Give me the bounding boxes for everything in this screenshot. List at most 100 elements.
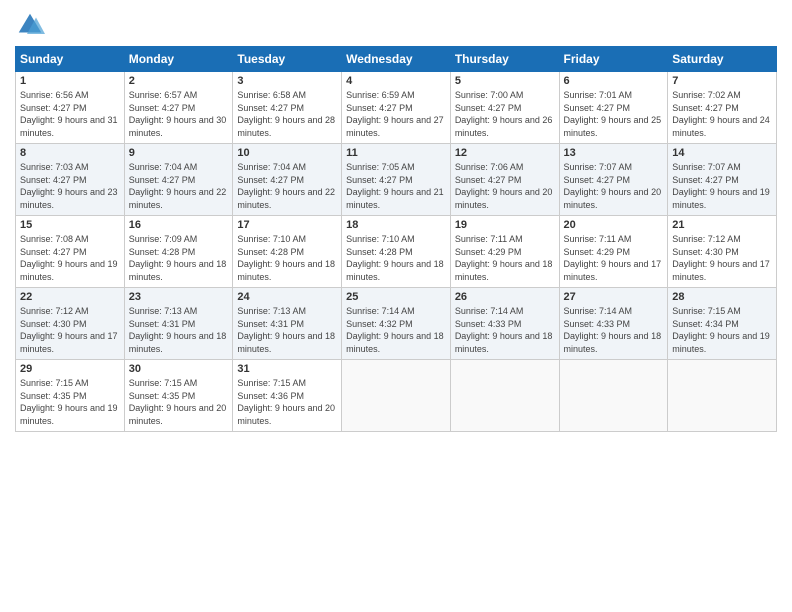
cell-info: Sunrise: 7:10 AMSunset: 4:28 PMDaylight:… — [237, 234, 335, 282]
calendar-cell: 4 Sunrise: 6:59 AMSunset: 4:27 PMDayligh… — [342, 72, 451, 144]
cell-info: Sunrise: 7:00 AMSunset: 4:27 PMDaylight:… — [455, 90, 553, 138]
calendar-cell: 27 Sunrise: 7:14 AMSunset: 4:33 PMDaylig… — [559, 288, 668, 360]
calendar-cell: 30 Sunrise: 7:15 AMSunset: 4:35 PMDaylig… — [124, 360, 233, 432]
calendar-cell: 25 Sunrise: 7:14 AMSunset: 4:32 PMDaylig… — [342, 288, 451, 360]
calendar-cell: 18 Sunrise: 7:10 AMSunset: 4:28 PMDaylig… — [342, 216, 451, 288]
cell-info: Sunrise: 7:13 AMSunset: 4:31 PMDaylight:… — [237, 306, 335, 354]
calendar-cell: 3 Sunrise: 6:58 AMSunset: 4:27 PMDayligh… — [233, 72, 342, 144]
calendar-cell: 19 Sunrise: 7:11 AMSunset: 4:29 PMDaylig… — [450, 216, 559, 288]
calendar-cell: 10 Sunrise: 7:04 AMSunset: 4:27 PMDaylig… — [233, 144, 342, 216]
cell-info: Sunrise: 7:15 AMSunset: 4:35 PMDaylight:… — [20, 378, 118, 426]
calendar-cell: 1 Sunrise: 6:56 AMSunset: 4:27 PMDayligh… — [16, 72, 125, 144]
cell-info: Sunrise: 6:57 AMSunset: 4:27 PMDaylight:… — [129, 90, 227, 138]
calendar-cell: 6 Sunrise: 7:01 AMSunset: 4:27 PMDayligh… — [559, 72, 668, 144]
day-number: 19 — [455, 219, 555, 231]
cell-info: Sunrise: 7:15 AMSunset: 4:36 PMDaylight:… — [237, 378, 335, 426]
day-number: 12 — [455, 147, 555, 159]
day-number: 8 — [20, 147, 120, 159]
calendar-header-row: SundayMondayTuesdayWednesdayThursdayFrid… — [16, 47, 777, 72]
calendar-cell: 11 Sunrise: 7:05 AMSunset: 4:27 PMDaylig… — [342, 144, 451, 216]
calendar-cell: 7 Sunrise: 7:02 AMSunset: 4:27 PMDayligh… — [668, 72, 777, 144]
cell-info: Sunrise: 7:11 AMSunset: 4:29 PMDaylight:… — [455, 234, 553, 282]
cell-info: Sunrise: 7:02 AMSunset: 4:27 PMDaylight:… — [672, 90, 770, 138]
calendar-cell: 2 Sunrise: 6:57 AMSunset: 4:27 PMDayligh… — [124, 72, 233, 144]
day-number: 20 — [564, 219, 664, 231]
cell-info: Sunrise: 7:12 AMSunset: 4:30 PMDaylight:… — [672, 234, 770, 282]
day-number: 10 — [237, 147, 337, 159]
day-header-wednesday: Wednesday — [342, 47, 451, 72]
header — [15, 10, 777, 40]
calendar-cell — [450, 360, 559, 432]
cell-info: Sunrise: 6:58 AMSunset: 4:27 PMDaylight:… — [237, 90, 335, 138]
cell-info: Sunrise: 7:08 AMSunset: 4:27 PMDaylight:… — [20, 234, 118, 282]
day-number: 24 — [237, 291, 337, 303]
cell-info: Sunrise: 7:13 AMSunset: 4:31 PMDaylight:… — [129, 306, 227, 354]
day-header-saturday: Saturday — [668, 47, 777, 72]
day-number: 28 — [672, 291, 772, 303]
cell-info: Sunrise: 7:07 AMSunset: 4:27 PMDaylight:… — [564, 162, 662, 210]
calendar-cell: 5 Sunrise: 7:00 AMSunset: 4:27 PMDayligh… — [450, 72, 559, 144]
day-number: 18 — [346, 219, 446, 231]
calendar-cell: 23 Sunrise: 7:13 AMSunset: 4:31 PMDaylig… — [124, 288, 233, 360]
page-container: SundayMondayTuesdayWednesdayThursdayFrid… — [0, 0, 792, 442]
calendar-cell: 14 Sunrise: 7:07 AMSunset: 4:27 PMDaylig… — [668, 144, 777, 216]
day-header-sunday: Sunday — [16, 47, 125, 72]
cell-info: Sunrise: 7:04 AMSunset: 4:27 PMDaylight:… — [237, 162, 335, 210]
day-number: 17 — [237, 219, 337, 231]
day-header-friday: Friday — [559, 47, 668, 72]
cell-info: Sunrise: 7:14 AMSunset: 4:33 PMDaylight:… — [564, 306, 662, 354]
day-number: 14 — [672, 147, 772, 159]
day-number: 1 — [20, 75, 120, 87]
day-number: 3 — [237, 75, 337, 87]
cell-info: Sunrise: 7:07 AMSunset: 4:27 PMDaylight:… — [672, 162, 770, 210]
day-number: 31 — [237, 363, 337, 375]
calendar-cell — [342, 360, 451, 432]
cell-info: Sunrise: 7:03 AMSunset: 4:27 PMDaylight:… — [20, 162, 118, 210]
calendar-cell: 17 Sunrise: 7:10 AMSunset: 4:28 PMDaylig… — [233, 216, 342, 288]
calendar-cell: 15 Sunrise: 7:08 AMSunset: 4:27 PMDaylig… — [16, 216, 125, 288]
cell-info: Sunrise: 7:01 AMSunset: 4:27 PMDaylight:… — [564, 90, 662, 138]
logo — [15, 10, 49, 40]
day-number: 11 — [346, 147, 446, 159]
cell-info: Sunrise: 6:56 AMSunset: 4:27 PMDaylight:… — [20, 90, 118, 138]
calendar-week-row: 1 Sunrise: 6:56 AMSunset: 4:27 PMDayligh… — [16, 72, 777, 144]
calendar-cell: 9 Sunrise: 7:04 AMSunset: 4:27 PMDayligh… — [124, 144, 233, 216]
day-number: 30 — [129, 363, 229, 375]
cell-info: Sunrise: 7:09 AMSunset: 4:28 PMDaylight:… — [129, 234, 227, 282]
cell-info: Sunrise: 7:15 AMSunset: 4:34 PMDaylight:… — [672, 306, 770, 354]
day-number: 25 — [346, 291, 446, 303]
day-number: 6 — [564, 75, 664, 87]
day-number: 4 — [346, 75, 446, 87]
calendar-cell: 16 Sunrise: 7:09 AMSunset: 4:28 PMDaylig… — [124, 216, 233, 288]
cell-info: Sunrise: 7:10 AMSunset: 4:28 PMDaylight:… — [346, 234, 444, 282]
cell-info: Sunrise: 7:06 AMSunset: 4:27 PMDaylight:… — [455, 162, 553, 210]
calendar-cell: 29 Sunrise: 7:15 AMSunset: 4:35 PMDaylig… — [16, 360, 125, 432]
calendar-cell — [559, 360, 668, 432]
cell-info: Sunrise: 7:05 AMSunset: 4:27 PMDaylight:… — [346, 162, 444, 210]
day-number: 23 — [129, 291, 229, 303]
calendar-cell: 8 Sunrise: 7:03 AMSunset: 4:27 PMDayligh… — [16, 144, 125, 216]
day-number: 16 — [129, 219, 229, 231]
calendar-week-row: 8 Sunrise: 7:03 AMSunset: 4:27 PMDayligh… — [16, 144, 777, 216]
day-number: 29 — [20, 363, 120, 375]
calendar-cell: 13 Sunrise: 7:07 AMSunset: 4:27 PMDaylig… — [559, 144, 668, 216]
cell-info: Sunrise: 7:11 AMSunset: 4:29 PMDaylight:… — [564, 234, 662, 282]
cell-info: Sunrise: 7:04 AMSunset: 4:27 PMDaylight:… — [129, 162, 227, 210]
calendar-table: SundayMondayTuesdayWednesdayThursdayFrid… — [15, 46, 777, 432]
calendar-cell: 31 Sunrise: 7:15 AMSunset: 4:36 PMDaylig… — [233, 360, 342, 432]
calendar-week-row: 29 Sunrise: 7:15 AMSunset: 4:35 PMDaylig… — [16, 360, 777, 432]
day-number: 9 — [129, 147, 229, 159]
day-header-tuesday: Tuesday — [233, 47, 342, 72]
day-number: 2 — [129, 75, 229, 87]
calendar-week-row: 22 Sunrise: 7:12 AMSunset: 4:30 PMDaylig… — [16, 288, 777, 360]
day-number: 7 — [672, 75, 772, 87]
day-header-monday: Monday — [124, 47, 233, 72]
logo-icon — [15, 10, 45, 40]
cell-info: Sunrise: 7:15 AMSunset: 4:35 PMDaylight:… — [129, 378, 227, 426]
cell-info: Sunrise: 7:14 AMSunset: 4:32 PMDaylight:… — [346, 306, 444, 354]
calendar-cell: 21 Sunrise: 7:12 AMSunset: 4:30 PMDaylig… — [668, 216, 777, 288]
day-header-thursday: Thursday — [450, 47, 559, 72]
day-number: 22 — [20, 291, 120, 303]
calendar-cell: 28 Sunrise: 7:15 AMSunset: 4:34 PMDaylig… — [668, 288, 777, 360]
day-number: 27 — [564, 291, 664, 303]
